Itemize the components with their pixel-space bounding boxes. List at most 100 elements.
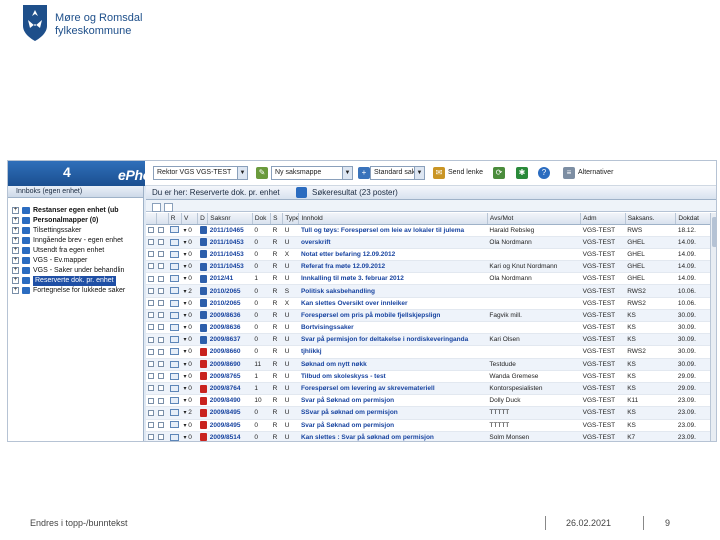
tree-item[interactable]: + Utsendt fra egen enhet — [12, 246, 142, 256]
case-number[interactable]: 2009/8690 — [207, 358, 253, 371]
doc-cell[interactable] — [197, 224, 208, 237]
table-row[interactable]: ▾ 0 2011/10453 0 R X Notat etter befaring 12.… — [146, 248, 716, 262]
table-row[interactable]: ▾ 0 2009/8764 1 R U Forespørsel om levering a… — [146, 382, 716, 396]
case-number[interactable]: 2011/10453 — [207, 236, 253, 249]
case-number[interactable]: 2012/41 — [207, 272, 253, 286]
select-cell[interactable] — [156, 431, 169, 441]
table-row[interactable]: ▾ 0 2011/10453 0 R Uoverskrift Ola Nordmann VG… — [146, 236, 716, 249]
case-number[interactable]: 2009/8637 — [207, 333, 253, 347]
content-title[interactable]: Forespørsel om levering av skrevematerie… — [298, 382, 488, 396]
content-title[interactable]: Forespørsel om pris på mobile fjellskjep… — [298, 309, 488, 323]
send-link-icon[interactable]: ✉ — [433, 167, 445, 179]
doc-cell[interactable] — [197, 394, 208, 408]
word-doc-icon[interactable] — [199, 226, 207, 235]
expand-icon[interactable] — [148, 239, 154, 246]
expand-icon[interactable] — [148, 275, 154, 282]
expand-icon[interactable] — [148, 385, 154, 392]
dropdown-icon[interactable]: ▾ — [183, 289, 186, 295]
select-cell[interactable] — [156, 260, 169, 274]
doc-cell[interactable] — [197, 284, 208, 298]
content-title[interactable]: Kan slettes Oversikt over innleiker — [298, 297, 488, 310]
doc-cell[interactable] — [197, 272, 208, 286]
table-row[interactable]: ▾ 0 2009/8495 0 R U Svar på Søknad om permisj… — [146, 419, 716, 432]
doc-cell[interactable] — [197, 358, 208, 371]
expand-cell[interactable] — [146, 260, 157, 274]
expand-icon[interactable] — [148, 251, 154, 258]
dropdown-icon[interactable]: ▾ — [183, 228, 186, 234]
select-cell[interactable] — [156, 419, 169, 432]
select-cell[interactable] — [156, 297, 169, 310]
alternatives-icon[interactable]: ≡ — [563, 167, 575, 179]
expand-cell[interactable] — [146, 236, 157, 249]
word-doc-icon[interactable] — [199, 262, 207, 271]
table-row[interactable]: ▾ 0 2009/8765 1 R U Tilbud om skoleskyss - te… — [146, 370, 716, 383]
expand-cell[interactable] — [146, 382, 157, 396]
word-doc-icon[interactable] — [199, 311, 207, 320]
group-icon[interactable] — [296, 187, 307, 198]
select-cell[interactable] — [156, 284, 169, 298]
folder-select[interactable]: Ny saksmappe ▼ — [271, 166, 353, 180]
row-checkbox[interactable] — [158, 421, 165, 428]
expand-icon[interactable] — [148, 226, 154, 233]
word-doc-icon[interactable] — [199, 323, 207, 332]
expand-icon[interactable]: + — [12, 277, 19, 284]
table-row[interactable]: ▾ 0 2009/8690 11 R U Søknad om nytt nøkk Testd… — [146, 358, 716, 371]
column-header[interactable]: S — [270, 213, 284, 225]
expand-icon[interactable]: + — [12, 207, 19, 214]
doc-cell[interactable] — [197, 248, 208, 262]
select-cell[interactable] — [156, 272, 169, 286]
help-icon[interactable]: ? — [538, 167, 550, 179]
expand-icon[interactable]: + — [12, 287, 19, 294]
column-header[interactable]: Adm — [580, 213, 626, 225]
table-row[interactable]: ▾ 0 2009/8636 0 R U Bortvisingssaker VGS-TEST K… — [146, 321, 716, 335]
expand-icon[interactable] — [148, 287, 154, 294]
doc-cell[interactable] — [197, 333, 208, 347]
content-title[interactable]: Notat etter befaring 12.09.2012 — [298, 248, 488, 262]
content-title[interactable]: overskrift — [298, 236, 488, 249]
row-checkbox[interactable] — [158, 287, 165, 294]
dropdown-icon[interactable]: ▾ — [183, 276, 186, 282]
case-number[interactable]: 2009/8660 — [207, 345, 253, 359]
select-cell[interactable] — [156, 321, 169, 335]
case-number[interactable]: 2010/2065 — [207, 284, 253, 298]
send-link-button[interactable]: Send lenke — [448, 169, 483, 176]
case-number[interactable]: 2011/10465 — [207, 224, 253, 237]
word-doc-icon[interactable] — [199, 250, 207, 259]
word-doc-icon[interactable] — [199, 299, 207, 308]
content-title[interactable]: Svar på permisjon for deltakelse i nordi… — [298, 333, 488, 347]
expand-icon[interactable]: + — [12, 217, 19, 224]
dropdown-icon[interactable]: ▾ — [183, 398, 186, 404]
pdf-icon[interactable] — [199, 384, 207, 393]
dropdown-icon[interactable]: ▾ — [183, 410, 186, 416]
tree-item[interactable]: + Fortegnelse for lukkede saker — [12, 286, 142, 296]
content-title[interactable]: Referat fra møte 12.09.2012 — [298, 260, 488, 274]
refresh-icon[interactable]: ⟳ — [493, 167, 505, 179]
expand-icon[interactable] — [148, 312, 154, 319]
case-number[interactable]: 2011/10453 — [207, 260, 253, 274]
word-doc-icon[interactable] — [199, 274, 207, 283]
pdf-icon[interactable] — [199, 408, 207, 417]
content-title[interactable]: Tilbud om skoleskyss - test — [298, 370, 488, 383]
column-header[interactable]: Type — [282, 213, 300, 225]
row-checkbox[interactable] — [158, 373, 165, 380]
expand-icon[interactable]: + — [12, 237, 19, 244]
expand-icon[interactable]: + — [12, 227, 19, 234]
dropdown-icon[interactable]: ▾ — [183, 349, 186, 355]
scrollbar-thumb[interactable] — [712, 217, 716, 247]
column-header[interactable]: Innhold — [298, 213, 488, 225]
word-doc-icon[interactable] — [199, 335, 207, 344]
word-doc-icon[interactable] — [199, 238, 207, 247]
row-checkbox[interactable] — [158, 239, 165, 246]
pdf-icon[interactable] — [199, 433, 207, 441]
content-title[interactable]: Bortvisingssaker — [298, 321, 488, 335]
doc-cell[interactable] — [197, 321, 208, 335]
doc-cell[interactable] — [197, 419, 208, 432]
expand-icon[interactable] — [148, 300, 154, 306]
table-row[interactable]: ▾ 0 2009/8636 0 R U Forespørsel om pris på mo… — [146, 309, 716, 323]
row-checkbox[interactable] — [158, 324, 165, 331]
select-cell[interactable] — [156, 358, 169, 371]
dropdown-icon[interactable]: ▾ — [183, 435, 186, 441]
table-row[interactable]: ▾ 0 2011/10453 0 R U Referat fra møte 12.09.2… — [146, 260, 716, 274]
dropdown-icon[interactable]: ▾ — [183, 264, 186, 270]
table-row[interactable]: ▾ 2 2009/8495 0 R U SSvar på søknad om permis… — [146, 406, 716, 420]
